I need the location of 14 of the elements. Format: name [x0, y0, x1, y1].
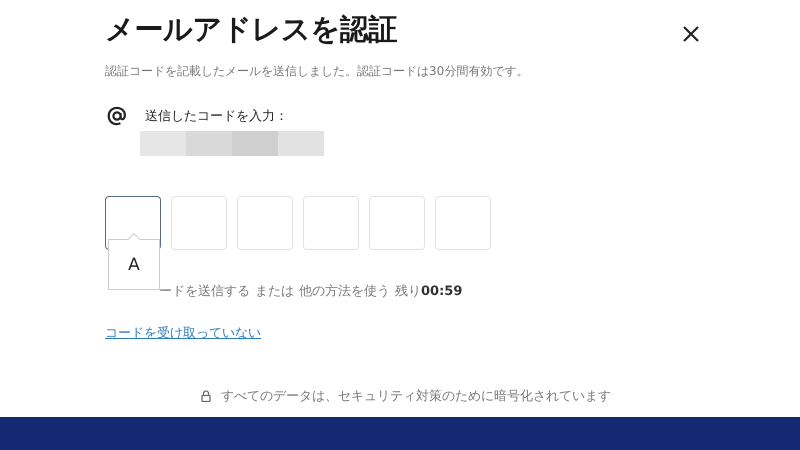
- close-icon[interactable]: [682, 25, 700, 43]
- other-method-link[interactable]: 他の方法を使う: [299, 282, 390, 300]
- no-code-link[interactable]: コードを受け取っていない: [105, 324, 261, 342]
- security-note: すべてのデータは、セキュリティ対策のために暗号化されています: [221, 388, 611, 405]
- resend-link[interactable]: ードを送信する: [159, 282, 250, 300]
- tooltip: A: [108, 233, 160, 290]
- or-text: または: [255, 283, 294, 300]
- dialog-subtitle: 認証コードを記載したメールを送信しました。認証コードは30分間有効です。: [105, 63, 528, 80]
- field-label: 送信したコードを入力：: [145, 108, 288, 125]
- at-sign-icon: [106, 105, 128, 127]
- lock-icon: [201, 390, 211, 402]
- countdown-timer: 00:59: [421, 284, 462, 299]
- remaining-label: 残り: [395, 283, 421, 300]
- dialog-title: メールアドレスを認証: [105, 11, 397, 48]
